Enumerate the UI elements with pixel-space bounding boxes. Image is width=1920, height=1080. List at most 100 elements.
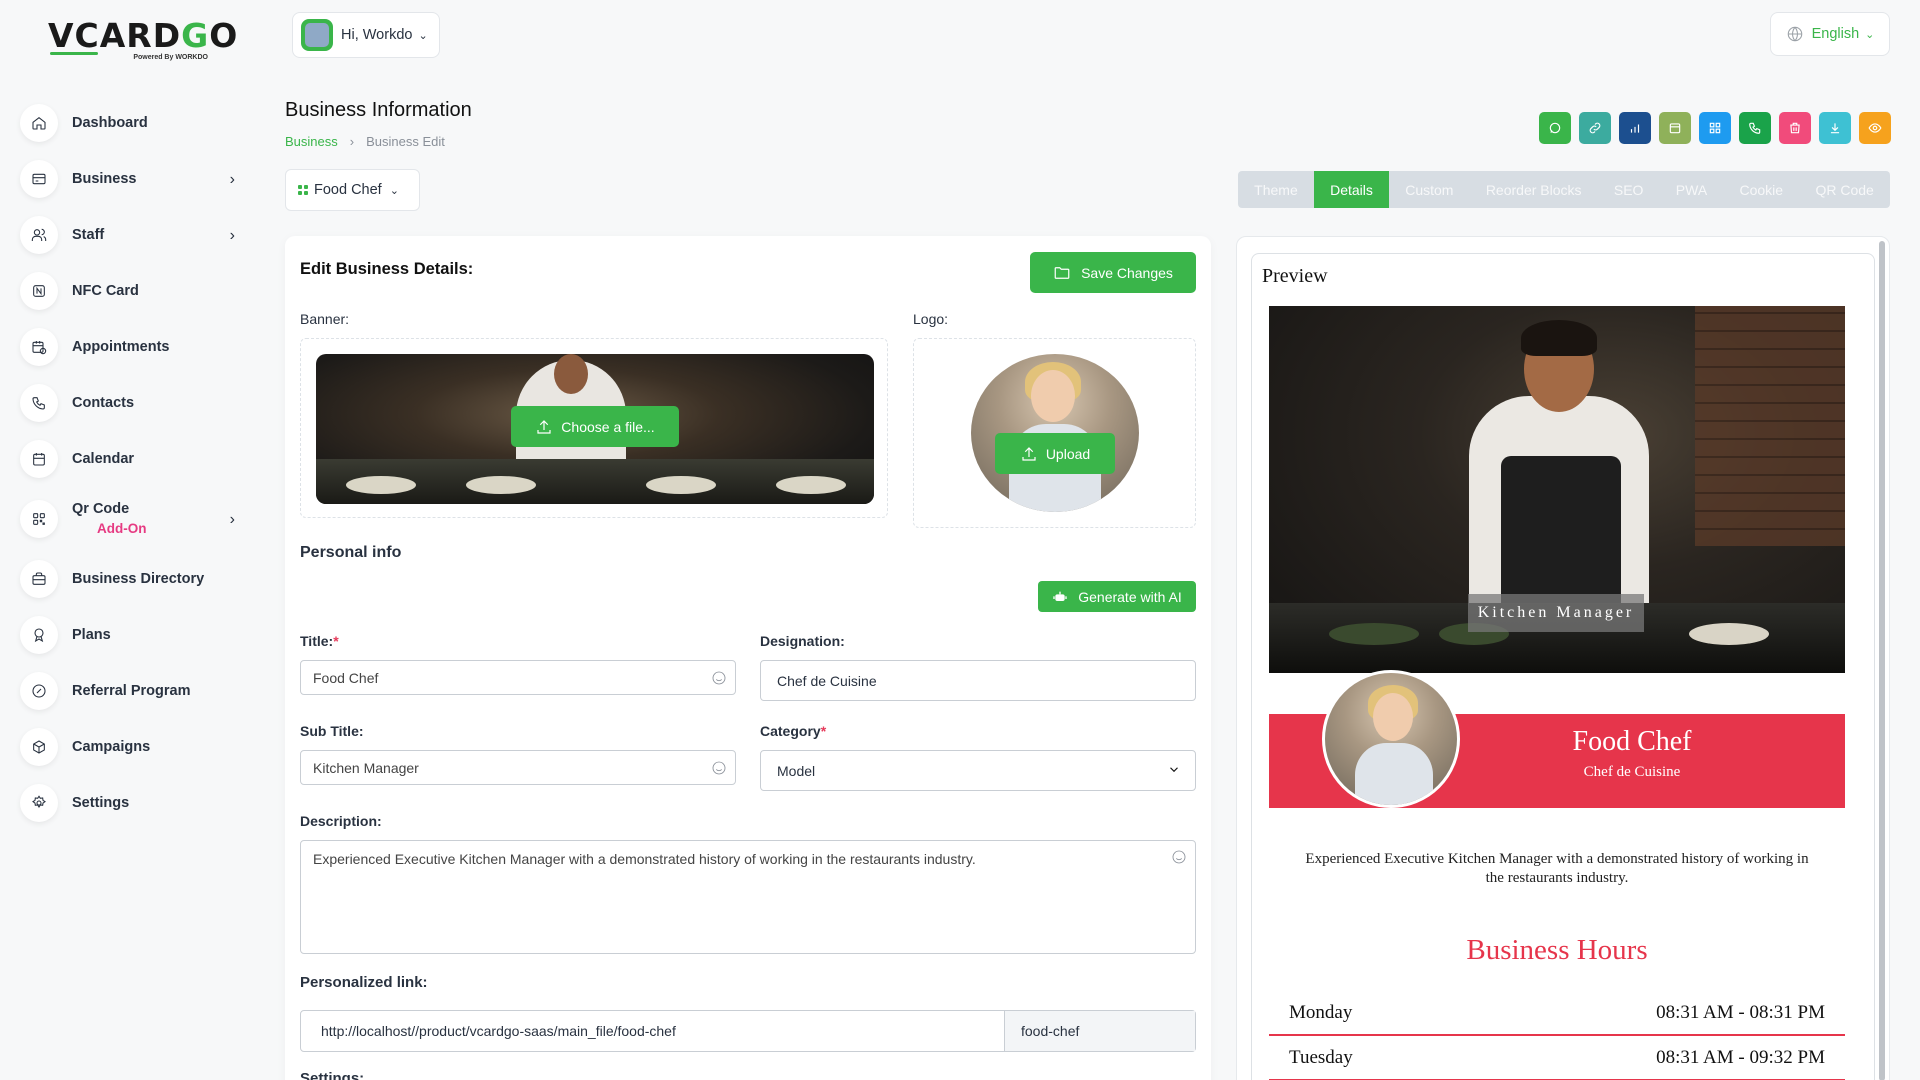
language-label: English: [1811, 26, 1860, 42]
hours-row: Tuesday 08:31 AM - 09:32 PM: [1269, 1036, 1845, 1080]
qr-code-button[interactable]: [1699, 112, 1731, 144]
trash-icon: [1790, 122, 1800, 134]
personalized-link-label: Personalized link:: [300, 974, 428, 991]
business-selector-label: Food Chef: [314, 182, 382, 198]
subtitle-input[interactable]: Kitchen Manager: [300, 750, 736, 785]
upload-logo-button[interactable]: Upload: [995, 433, 1115, 474]
subtitle-value: Kitchen Manager: [313, 759, 419, 776]
category-value: Model: [777, 762, 816, 779]
choose-file-button[interactable]: Choose a file...: [511, 406, 679, 447]
sidebar-item-business[interactable]: Business ›: [20, 151, 235, 207]
copy-link-button[interactable]: [1579, 112, 1611, 144]
tab-reorder-blocks[interactable]: Reorder Blocks: [1470, 171, 1598, 208]
chevron-down-icon: ⌄: [1865, 28, 1875, 41]
sidebar: VCARDGO Powered By WORKDO Dashboard Busi…: [0, 0, 260, 1080]
personal-info-heading: Personal info: [300, 544, 402, 561]
page-title: Business Information: [285, 99, 472, 121]
hours-time: 08:31 AM - 09:32 PM: [1656, 1046, 1825, 1068]
hours-time: 08:31 AM - 08:31 PM: [1656, 1001, 1825, 1023]
eye-icon: [1868, 123, 1882, 133]
sidebar-item-business-directory[interactable]: Business Directory: [20, 551, 235, 607]
sidebar-item-referral-program[interactable]: Referral Program: [20, 663, 235, 719]
briefcase-icon: [20, 560, 58, 598]
sidebar-item-qr-code[interactable]: Qr Code Add-On ›: [20, 487, 235, 551]
preview-hours-title: Business Hours: [1466, 934, 1648, 966]
banner-dropzone[interactable]: Choose a file...: [300, 338, 888, 518]
emoji-icon[interactable]: [1171, 849, 1187, 865]
sidebar-item-plans[interactable]: Plans: [20, 607, 235, 663]
breadcrumb-current: Business Edit: [366, 134, 445, 149]
designation-value: Chef de Cuisine: [777, 672, 877, 689]
sidebar-item-settings[interactable]: Settings: [20, 775, 235, 831]
delete-button[interactable]: [1779, 112, 1811, 144]
category-select[interactable]: Model: [760, 750, 1196, 791]
sidebar-item-dashboard[interactable]: Dashboard: [20, 95, 235, 151]
language-selector[interactable]: English ⌄: [1770, 12, 1890, 56]
designation-input[interactable]: Chef de Cuisine: [760, 660, 1196, 701]
sidebar-item-label: NFC Card: [72, 283, 139, 299]
avatar: [301, 19, 333, 51]
save-button-label: Save Changes: [1081, 264, 1173, 281]
sidebar-item-nfc-card[interactable]: NFC Card: [20, 263, 235, 319]
tab-qr-code[interactable]: QR Code: [1799, 171, 1890, 208]
sidebar-item-label: Contacts: [72, 395, 135, 411]
contacts-button[interactable]: [1739, 112, 1771, 144]
description-textarea[interactable]: Experienced Executive Kitchen Manager wi…: [300, 840, 1196, 954]
logo-label: Logo:: [913, 311, 949, 327]
preview-name: Food Chef: [1572, 726, 1692, 757]
sidebar-item-label: Business Directory: [72, 571, 205, 587]
sidebar-item-calendar[interactable]: Calendar: [20, 431, 235, 487]
tab-custom[interactable]: Custom: [1389, 171, 1470, 208]
upload-icon: [1022, 446, 1036, 461]
logo-dropzone[interactable]: Upload: [913, 338, 1196, 528]
chart-icon: [1630, 124, 1640, 133]
chevron-right-icon: ›: [229, 227, 235, 244]
calendar-icon: [20, 440, 58, 478]
generate-ai-label: Generate with AI: [1078, 588, 1182, 605]
category-label: Category*: [760, 723, 827, 739]
emoji-icon[interactable]: [711, 670, 727, 686]
phone-icon: [20, 384, 58, 422]
link-slug-input[interactable]: food-chef: [1004, 1011, 1195, 1051]
breadcrumb-link-business[interactable]: Business: [285, 134, 338, 149]
appointment-calendar-button[interactable]: [1659, 112, 1691, 144]
calendar-time-icon: [20, 328, 58, 366]
sidebar-item-appointments[interactable]: Appointments: [20, 319, 235, 375]
link-url-input[interactable]: http://localhost//product/vcardgo-saas/m…: [301, 1011, 1004, 1051]
hours-row: Monday 08:31 AM - 08:31 PM: [1269, 991, 1845, 1036]
whatsapp-button[interactable]: [1539, 112, 1571, 144]
sidebar-item-campaigns[interactable]: Campaigns: [20, 719, 235, 775]
title-input[interactable]: Food Chef: [300, 660, 736, 695]
qrcode-icon: [20, 500, 58, 538]
generate-ai-button[interactable]: Generate with AI: [1038, 581, 1196, 612]
user-menu-button[interactable]: Hi, Workdo ⌄: [292, 12, 440, 58]
tab-pwa[interactable]: PWA: [1660, 171, 1724, 208]
preview-scrollbar[interactable]: [1879, 241, 1885, 1080]
save-button[interactable]: Save Changes: [1030, 252, 1196, 293]
preview-description: Experienced Executive Kitchen Manager wi…: [1305, 851, 1809, 886]
chevron-down-icon: ⌄: [418, 29, 428, 42]
sidebar-item-contacts[interactable]: Contacts: [20, 375, 235, 431]
download-button[interactable]: [1819, 112, 1851, 144]
sidebar-item-staff[interactable]: Staff ›: [20, 207, 235, 263]
addon-badge: Add-On: [97, 521, 147, 536]
sidebar-item-label: Campaigns: [72, 739, 151, 755]
box-icon: [20, 728, 58, 766]
hours-day: Monday: [1289, 1001, 1353, 1023]
view-button[interactable]: [1859, 112, 1891, 144]
whatsapp-icon: [1549, 122, 1561, 134]
tab-details[interactable]: Details: [1313, 171, 1390, 208]
tab-seo[interactable]: SEO: [1598, 171, 1660, 208]
emoji-icon[interactable]: [711, 760, 727, 776]
analytics-button[interactable]: [1619, 112, 1651, 144]
brand-logo[interactable]: VCARDGO Powered By WORKDO: [48, 18, 237, 64]
tab-cookie[interactable]: Cookie: [1723, 171, 1799, 208]
action-toolbar: [1539, 112, 1891, 144]
business-selector[interactable]: Food Chef ⌄: [285, 169, 420, 211]
folder-icon: [1054, 266, 1070, 279]
tab-theme[interactable]: Theme: [1238, 171, 1314, 208]
sidebar-item-label: Settings: [72, 795, 130, 811]
chevron-down-icon: ⌄: [389, 184, 399, 197]
discount-icon: [20, 672, 58, 710]
title-label: Title:*: [300, 633, 339, 649]
